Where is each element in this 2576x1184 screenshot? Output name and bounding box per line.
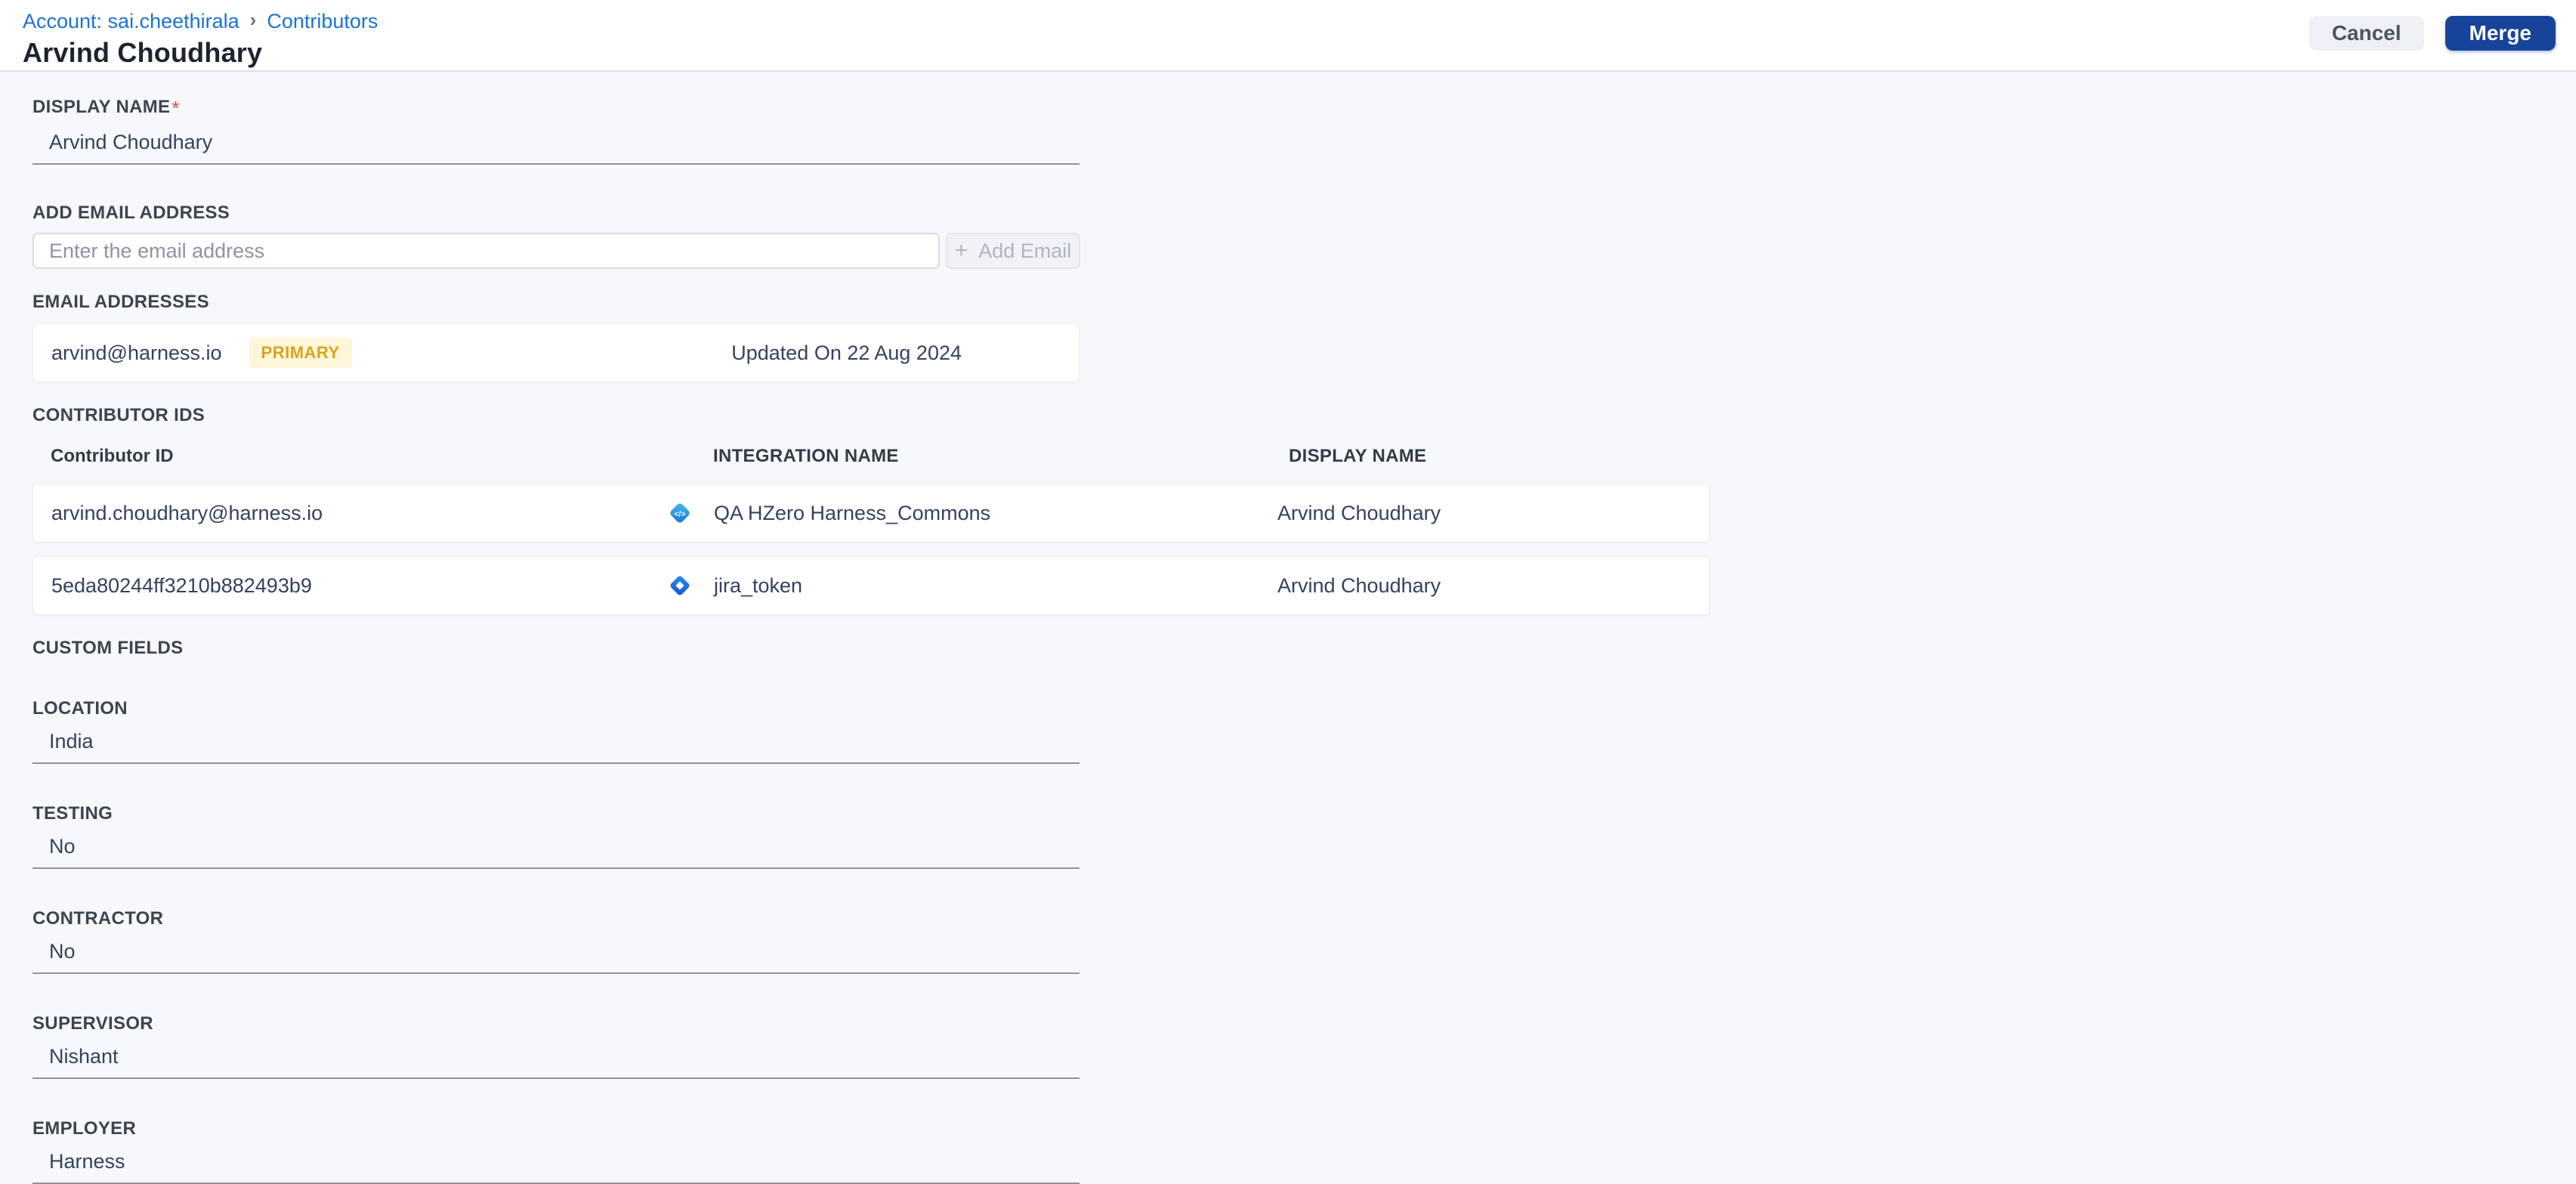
row-display-name-value: Arvind Choudhary — [1277, 501, 1441, 524]
column-header-integration-name: INTEGRATION NAME — [713, 446, 899, 466]
add-email-label: ADD EMAIL ADDRESS — [32, 202, 230, 223]
email-address-value: arvind@harness.io — [51, 341, 222, 364]
breadcrumb-chevron-icon: › — [249, 8, 257, 31]
display-name-input[interactable] — [32, 125, 1080, 165]
breadcrumb-contributors-link[interactable]: Contributors — [267, 10, 378, 33]
supervisor-input[interactable] — [32, 1039, 1080, 1079]
required-asterisk: * — [171, 97, 180, 119]
custom-field-supervisor: SUPERVISOR — [32, 1013, 2576, 1079]
add-email-button-label: Add Email — [978, 239, 1072, 262]
contractor-label: CONTRACTOR — [32, 908, 164, 929]
contributor-id-value: arvind.choudhary@harness.io — [51, 501, 323, 524]
plus-icon: + — [954, 238, 968, 263]
employer-label: EMPLOYER — [32, 1118, 137, 1139]
email-addresses-label: EMAIL ADDRESSES — [32, 292, 209, 312]
custom-field-employer: EMPLOYER — [32, 1118, 2576, 1184]
testing-input[interactable] — [32, 829, 1080, 869]
custom-field-contractor: CONTRACTOR — [32, 908, 2576, 974]
contractor-input[interactable] — [32, 934, 1080, 974]
header-actions: Cancel Merge — [2309, 16, 2556, 51]
page-header: Account: sai.cheethirala › Contributors … — [0, 0, 2576, 72]
column-header-contributor-id: Contributor ID — [51, 446, 174, 466]
breadcrumb: Account: sai.cheethirala › Contributors — [23, 8, 2576, 33]
table-row: arvind.choudhary@harness.io </> QA HZero… — [32, 484, 1710, 543]
email-input[interactable] — [32, 233, 940, 269]
add-email-row: + Add Email — [32, 233, 2576, 269]
integration-cell: jira_token — [667, 573, 1234, 598]
svg-text:</>: </> — [674, 509, 685, 518]
primary-badge: PRIMARY — [249, 338, 352, 368]
integration-name-value: QA HZero Harness_Commons — [714, 501, 991, 524]
add-email-field: ADD EMAIL ADDRESS + Add Email — [32, 202, 2576, 269]
testing-label: TESTING — [32, 803, 113, 824]
custom-fields-label: CUSTOM FIELDS — [32, 638, 184, 658]
jira-icon — [670, 576, 690, 595]
contributor-ids-section: CONTRIBUTOR IDS Contributor ID INTEGRATI… — [32, 405, 2576, 615]
location-input[interactable] — [32, 724, 1080, 764]
cancel-button[interactable]: Cancel — [2309, 16, 2424, 51]
merge-button[interactable]: Merge — [2445, 16, 2556, 51]
row-display-name-value: Arvind Choudhary — [1277, 573, 1441, 597]
custom-field-testing: TESTING — [32, 803, 2576, 869]
employer-input[interactable] — [32, 1144, 1080, 1184]
supervisor-label: SUPERVISOR — [32, 1013, 153, 1034]
table-row: 5eda80244ff3210b882493b9 jira_token Arvi… — [32, 556, 1710, 615]
display-name-label: DISPLAY NAME — [32, 97, 171, 117]
email-addresses-section: EMAIL ADDRESSES arvind@harness.io PRIMAR… — [32, 292, 2576, 382]
email-updated-on: Updated On 22 Aug 2024 — [731, 341, 962, 364]
contributor-ids-header-row: Contributor ID INTEGRATION NAME DISPLAY … — [32, 446, 1710, 467]
contributor-id-value: 5eda80244ff3210b882493b9 — [51, 573, 312, 597]
display-name-field: DISPLAY NAME* — [32, 97, 2576, 165]
integration-name-value: jira_token — [714, 573, 803, 597]
add-email-button[interactable]: + Add Email — [946, 233, 1080, 269]
location-label: LOCATION — [32, 698, 128, 719]
code-integration-icon: </> — [670, 503, 690, 523]
integration-cell: </> QA HZero Harness_Commons — [667, 500, 1234, 526]
custom-field-location: LOCATION — [32, 698, 2576, 764]
contributor-ids-label: CONTRIBUTOR IDS — [32, 405, 205, 425]
breadcrumb-account-link[interactable]: Account: sai.cheethirala — [23, 10, 239, 33]
page-title: Arvind Choudhary — [23, 37, 263, 68]
contributor-form: DISPLAY NAME* ADD EMAIL ADDRESS + Add Em… — [0, 72, 2576, 1184]
custom-fields-section: CUSTOM FIELDS — [32, 638, 2576, 659]
email-address-card: arvind@harness.io PRIMARY Updated On 22 … — [32, 323, 1080, 382]
column-header-display-name: DISPLAY NAME — [1289, 446, 1427, 466]
